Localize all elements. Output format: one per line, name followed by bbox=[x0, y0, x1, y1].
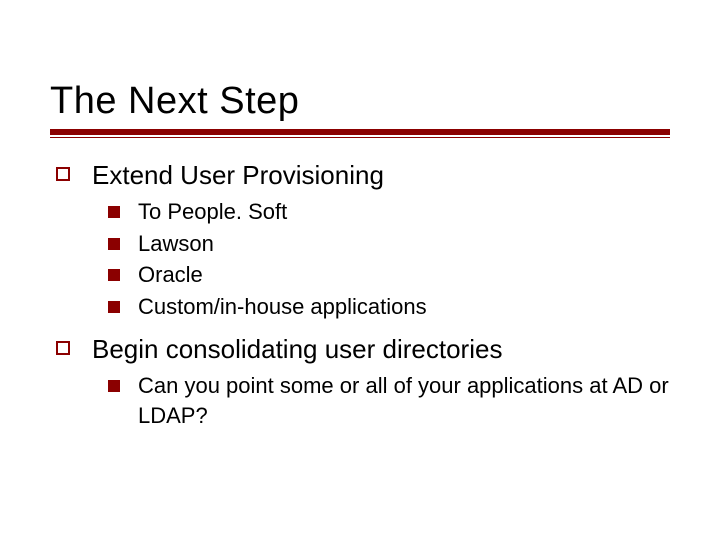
bullet-lvl2: Custom/in-house applications bbox=[108, 292, 670, 322]
bullet-group-1: Begin consolidating user directories Can… bbox=[50, 332, 670, 430]
title-rule-thick bbox=[50, 129, 670, 135]
slide-title: The Next Step bbox=[50, 80, 670, 123]
bullet-lvl2: Lawson bbox=[108, 229, 670, 259]
bullet-lvl2: Oracle bbox=[108, 260, 670, 290]
slide: The Next Step Extend User Provisioning T… bbox=[0, 0, 720, 540]
title-rule-thin bbox=[50, 137, 670, 138]
bullet-lvl2: Can you point some or all of your applic… bbox=[108, 371, 670, 430]
bullet-lvl1: Extend User Provisioning bbox=[56, 158, 670, 193]
bullet-lvl1: Begin consolidating user directories bbox=[56, 332, 670, 367]
bullet-lvl2: To People. Soft bbox=[108, 197, 670, 227]
bullet-group-0: Extend User Provisioning To People. Soft… bbox=[50, 158, 670, 322]
